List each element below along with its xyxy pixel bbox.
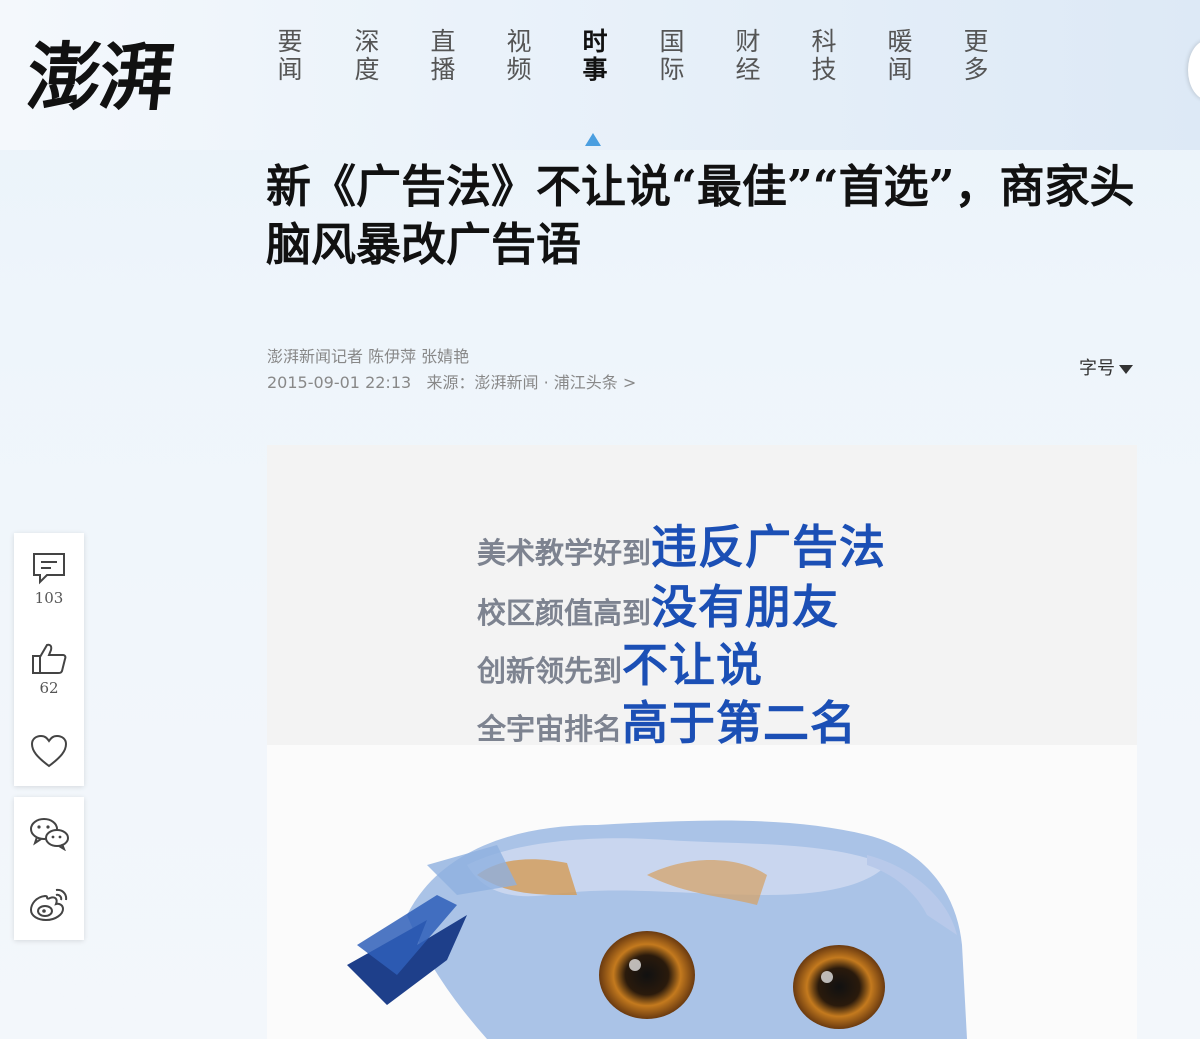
hero-line-1-lead: 美术教学好到 <box>477 536 652 570</box>
site-logo[interactable]: 澎湃 <box>22 18 177 125</box>
comment-button[interactable]: 103 <box>14 551 84 607</box>
share-wechat-button[interactable] <box>14 815 84 851</box>
side-action-panel: 103 62 <box>14 533 84 786</box>
nav-item-keji[interactable]: 科技 <box>810 28 838 84</box>
like-button[interactable]: 62 <box>14 641 84 697</box>
publish-time: 2015-09-01 22:13 <box>267 373 412 392</box>
nav-item-shipin[interactable]: 视频 <box>505 28 533 84</box>
article-meta: 2015-09-01 22:13 来源：澎湃新闻 · 浦江头条 > <box>267 369 636 393</box>
nav-item-gengduo[interactable]: 更多 <box>962 28 990 84</box>
article-hero-image: 美术教学好到违反广告法 校区颜值高到没有朋友 创新领先到不让说 全宇宙排名高于第… <box>267 445 1137 1039</box>
hero-line-1-emphasis: 违反广告法 <box>651 520 887 574</box>
hero-line-2-lead: 校区颜值高到 <box>477 596 652 630</box>
channel-link[interactable]: 浦江头条 > <box>554 373 637 392</box>
font-size-toggle[interactable]: 字号 <box>1079 354 1133 380</box>
share-panel <box>14 797 84 940</box>
heart-icon <box>30 734 68 768</box>
hero-line-3-lead: 创新领先到 <box>477 654 623 688</box>
hero-line-4: 全宇宙排名高于第二名 <box>477 687 857 753</box>
meta-separator: · <box>543 373 549 392</box>
comment-icon <box>33 553 65 585</box>
hero-line-2: 校区颜值高到没有朋友 <box>477 571 839 637</box>
article-byline: 澎湃新闻记者 陈伊萍 张婧艳 <box>267 347 470 366</box>
nav-item-zhibo[interactable]: 直播 <box>429 28 457 84</box>
nav-item-shendu[interactable]: 深度 <box>353 28 381 84</box>
nav-item-nuanwen[interactable]: 暖闻 <box>886 28 914 84</box>
comment-count: 103 <box>34 589 64 607</box>
source-label: 来源： <box>426 373 475 392</box>
hero-line-4-lead: 全宇宙排名 <box>477 712 623 746</box>
hero-line-1: 美术教学好到违反广告法 <box>477 511 886 577</box>
main-nav: 要闻 深度 直播 视频 时事 国际 财经 科技 暖闻 更多 <box>276 28 1016 88</box>
article-title: 新《广告法》不让说“最佳”“首选”，商家头脑风暴改广告语 <box>266 160 1135 271</box>
caret-down-icon <box>1119 364 1133 374</box>
like-count: 62 <box>39 679 59 697</box>
hero-line-2-emphasis: 没有朋友 <box>651 580 840 634</box>
nav-item-shishi[interactable]: 时事 <box>581 28 609 84</box>
hero-line-4-emphasis: 高于第二名 <box>622 696 858 750</box>
wechat-icon <box>30 818 69 851</box>
weibo-icon <box>29 888 68 922</box>
font-size-label: 字号 <box>1079 358 1115 379</box>
active-tab-marker <box>585 133 601 146</box>
nav-item-guoji[interactable]: 国际 <box>658 28 686 84</box>
owl-painting-illustration <box>347 820 967 1039</box>
favorite-button[interactable] <box>14 733 84 769</box>
nav-item-yaowen[interactable]: 要闻 <box>276 28 304 84</box>
header: 澎湃 要闻 深度 直播 视频 时事 国际 财经 科技 暖闻 更多 <box>0 0 1200 150</box>
nav-item-caijing[interactable]: 财经 <box>734 28 762 84</box>
owl-painting <box>267 745 1137 1039</box>
edge-popup-bubble[interactable] <box>1188 40 1200 100</box>
hero-line-3-emphasis: 不让说 <box>622 638 764 692</box>
source-name: 澎湃新闻 <box>474 373 539 392</box>
thumbs-up-icon <box>32 643 67 674</box>
hero-line-3: 创新领先到不让说 <box>477 629 763 695</box>
share-weibo-button[interactable] <box>14 885 84 923</box>
